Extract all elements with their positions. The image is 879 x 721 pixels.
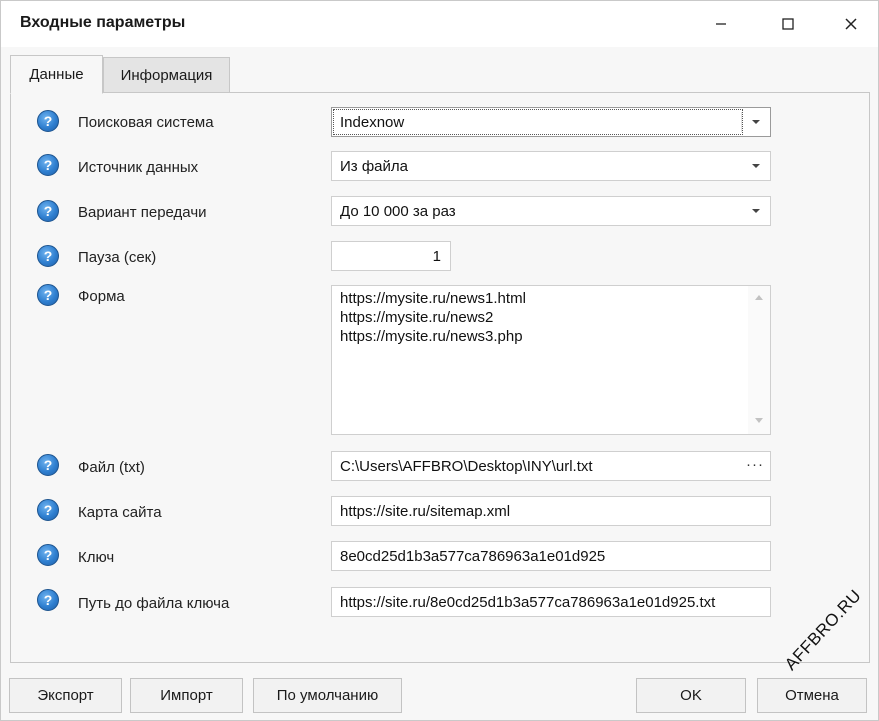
url-line: https://mysite.ru/news1.html (340, 290, 526, 307)
help-icon[interactable]: ? (37, 110, 59, 132)
help-icon[interactable]: ? (37, 544, 59, 566)
urls-textarea[interactable]: https://mysite.ru/news1.html https://mys… (331, 285, 771, 435)
file-path-input[interactable]: C:\Users\AFFBRO\Desktop\INY\url.txt ··· (331, 451, 771, 481)
help-icon[interactable]: ? (37, 154, 59, 176)
key-label: Ключ (78, 549, 115, 566)
input-parameters-dialog: Входные параметры Данные Информация ? По… (0, 0, 879, 721)
key-path-label: Путь до файла ключа (78, 595, 230, 612)
chevron-down-icon (752, 209, 760, 213)
close-icon (845, 18, 857, 30)
search-engine-value: Indexnow (340, 113, 405, 131)
import-button[interactable]: Импорт (130, 678, 243, 713)
help-icon[interactable]: ? (37, 499, 59, 521)
data-source-label: Источник данных (78, 159, 199, 176)
cancel-button[interactable]: Отмена (757, 678, 867, 713)
tab-information[interactable]: Информация (103, 57, 230, 93)
key-path-input[interactable]: https://site.ru/8e0cd25d1b3a577ca786963a… (331, 587, 771, 617)
maximize-button[interactable] (765, 1, 811, 47)
title-bar: Входные параметры (1, 1, 878, 47)
ok-button[interactable]: OK (636, 678, 746, 713)
defaults-button[interactable]: По умолчанию (253, 678, 402, 713)
export-button[interactable]: Экспорт (9, 678, 122, 713)
url-line: https://mysite.ru/news2 (340, 309, 494, 326)
form-label: Форма (78, 288, 125, 305)
transfer-mode-label: Вариант передачи (78, 204, 207, 221)
help-icon[interactable]: ? (37, 245, 59, 267)
close-button[interactable] (828, 1, 874, 47)
key-input[interactable]: 8e0cd25d1b3a577ca786963a1e01d925 (331, 541, 771, 571)
window-title: Входные параметры (20, 14, 186, 31)
dropdown-button[interactable] (742, 108, 770, 136)
help-icon[interactable]: ? (37, 284, 59, 306)
minimize-button[interactable] (698, 1, 744, 47)
pause-label: Пауза (сек) (78, 249, 157, 266)
transfer-mode-select[interactable]: До 10 000 за раз (331, 196, 771, 226)
chevron-down-icon (752, 164, 760, 168)
search-engine-select[interactable]: Indexnow (331, 107, 771, 137)
transfer-mode-value: До 10 000 за раз (340, 202, 456, 220)
help-icon[interactable]: ? (37, 200, 59, 222)
sitemap-label: Карта сайта (78, 504, 162, 521)
url-line: https://mysite.ru/news3.php (340, 328, 523, 345)
file-label: Файл (txt) (78, 459, 145, 476)
maximize-icon (782, 18, 794, 30)
scroll-up-icon[interactable] (755, 295, 763, 300)
search-engine-label: Поисковая система (78, 114, 214, 131)
scroll-down-icon[interactable] (755, 418, 763, 423)
data-source-select[interactable]: Из файла (331, 151, 771, 181)
data-source-value: Из файла (340, 157, 408, 175)
dropdown-button[interactable] (742, 152, 770, 180)
browse-button[interactable]: ··· (746, 456, 764, 473)
vertical-scrollbar[interactable] (748, 286, 770, 434)
chevron-down-icon (752, 120, 760, 124)
file-path-value: C:\Users\AFFBRO\Desktop\INY\url.txt (340, 457, 593, 475)
help-icon[interactable]: ? (37, 454, 59, 476)
sitemap-input[interactable]: https://site.ru/sitemap.xml (331, 496, 771, 526)
help-icon[interactable]: ? (37, 589, 59, 611)
minimize-icon (716, 23, 726, 25)
pause-input[interactable]: 1 (331, 241, 451, 271)
dropdown-button[interactable] (742, 197, 770, 225)
tab-data[interactable]: Данные (10, 55, 103, 94)
